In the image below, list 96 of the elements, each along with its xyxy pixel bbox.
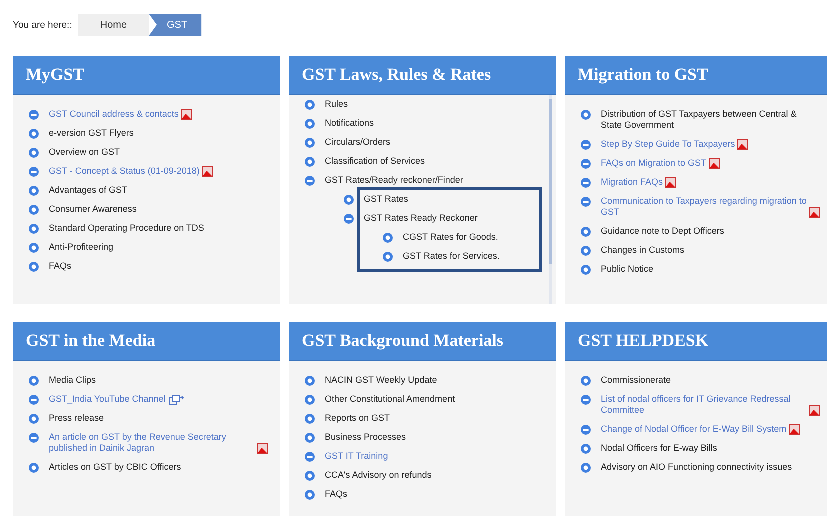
plus-circle-icon[interactable]: [29, 205, 39, 215]
plus-circle-icon[interactable]: [29, 186, 39, 196]
menu-link[interactable]: Change of Nodal Officer for E-Way Bill System: [601, 424, 787, 435]
minus-circle-icon[interactable]: [29, 110, 39, 120]
plus-circle-icon[interactable]: [29, 243, 39, 253]
plus-circle-icon[interactable]: [305, 433, 315, 443]
minus-circle-icon[interactable]: [29, 395, 39, 405]
plus-circle-icon[interactable]: [383, 233, 393, 243]
menu-link[interactable]: Advisory on AIO Functioning connectivity issues: [601, 462, 792, 473]
menu-link[interactable]: Other Constitutional Amendment: [325, 394, 456, 405]
menu-link[interactable]: Communication to Taxpayers regarding migration to GST: [601, 196, 807, 218]
menu-link[interactable]: Anti-Profiteering: [49, 242, 114, 253]
menu-link[interactable]: Consumer Awareness: [49, 204, 137, 215]
panel-title: Migration to GST: [565, 56, 827, 95]
plus-circle-icon[interactable]: [581, 110, 591, 120]
plus-circle-icon[interactable]: [305, 395, 315, 405]
plus-circle-icon[interactable]: [29, 129, 39, 139]
minus-circle-icon[interactable]: [581, 395, 591, 405]
plus-circle-icon[interactable]: [29, 414, 39, 424]
plus-circle-icon[interactable]: [305, 490, 315, 500]
plus-circle-icon[interactable]: [383, 252, 393, 262]
panel-title: MyGST: [13, 56, 280, 95]
menu-link[interactable]: GST Rates: [364, 194, 408, 205]
plus-circle-icon[interactable]: [581, 265, 591, 275]
menu-link[interactable]: Advantages of GST: [49, 185, 128, 196]
menu-link[interactable]: GST Rates/Ready reckoner/Finder: [325, 175, 464, 186]
menu-link[interactable]: GST - Concept & Status (01-09-2018): [49, 166, 200, 177]
menu-link[interactable]: GST IT Training: [325, 451, 388, 462]
menu-link[interactable]: Media Clips: [49, 375, 96, 386]
plus-circle-icon[interactable]: [581, 246, 591, 256]
plus-circle-icon[interactable]: [305, 414, 315, 424]
menu-link[interactable]: FAQs: [325, 489, 348, 500]
plus-circle-icon[interactable]: [581, 227, 591, 237]
menu-link[interactable]: Articles on GST by CBIC Officers: [49, 462, 182, 473]
breadcrumb-link[interactable]: Home: [78, 14, 150, 36]
menu-link[interactable]: An article on GST by the Revenue Secretary published in Dainik Jagran: [49, 432, 255, 454]
breadcrumb-link[interactable]: GST: [149, 14, 202, 36]
menu-link[interactable]: Notifications: [325, 118, 374, 129]
minus-circle-icon[interactable]: [29, 167, 39, 177]
menu-link[interactable]: Changes in Customs: [601, 245, 685, 256]
menu-link[interactable]: Overview on GST: [49, 147, 120, 158]
minus-circle-icon[interactable]: [305, 452, 315, 462]
menu-link[interactable]: Business Processes: [325, 432, 406, 443]
plus-circle-icon[interactable]: [581, 376, 591, 386]
plus-circle-icon[interactable]: [29, 224, 39, 234]
menu-link[interactable]: Nodal Officers for E-way Bills: [601, 443, 718, 454]
menu-link[interactable]: CGST Rates for Goods.: [403, 232, 498, 243]
plus-circle-icon[interactable]: [305, 100, 315, 110]
menu-link[interactable]: Guidance note to Dept Officers: [601, 226, 724, 237]
menu-link[interactable]: Migration FAQs: [601, 177, 664, 188]
menu-link[interactable]: GST Rates Ready Reckoner: [364, 213, 478, 224]
menu-link[interactable]: CCA's Advisory on refunds: [325, 470, 432, 481]
panel-title: GST HELPDESK: [565, 322, 827, 361]
menu-link[interactable]: Press release: [49, 413, 104, 424]
plus-circle-icon[interactable]: [581, 444, 591, 454]
plus-circle-icon[interactable]: [305, 138, 315, 148]
menu-link[interactable]: Distribution of GST Taxpayers between Central & State Government: [601, 109, 820, 131]
menu-link[interactable]: Step By Step Guide To Taxpayers: [601, 139, 736, 150]
menu-link[interactable]: Classification of Services: [325, 156, 426, 167]
plus-circle-icon[interactable]: [344, 195, 354, 205]
panel-title: GST in the Media: [13, 322, 280, 361]
minus-circle-icon[interactable]: [581, 178, 591, 188]
menu-link[interactable]: Rules: [325, 99, 348, 110]
panel-title: GST Background Materials: [289, 322, 556, 361]
menu-link[interactable]: Public Notice: [601, 264, 654, 275]
menu-link[interactable]: FAQs on Migration to GST: [601, 158, 707, 169]
plus-circle-icon[interactable]: [29, 376, 39, 386]
plus-circle-icon[interactable]: [305, 157, 315, 167]
menu-link[interactable]: Standard Operating Procedure on TDS: [49, 223, 204, 234]
panel-title: GST Laws, Rules & Rates: [289, 56, 556, 95]
menu-link[interactable]: e-version GST Flyers: [49, 128, 134, 139]
plus-circle-icon[interactable]: [305, 376, 315, 386]
minus-circle-icon[interactable]: [581, 197, 591, 207]
plus-circle-icon[interactable]: [29, 262, 39, 272]
plus-circle-icon[interactable]: [29, 148, 39, 158]
menu-link[interactable]: Reports on GST: [325, 413, 390, 424]
menu-link[interactable]: List of nodal officers for IT Grievance Redressal Committee: [601, 394, 807, 416]
menu-link[interactable]: NACIN GST Weekly Update: [325, 375, 438, 386]
minus-circle-icon[interactable]: [29, 433, 39, 443]
minus-circle-icon[interactable]: [581, 140, 591, 150]
plus-circle-icon[interactable]: [581, 463, 591, 473]
breadcrumb-label: You are here::: [13, 20, 72, 30]
menu-link[interactable]: GST Council address & contacts: [49, 109, 179, 120]
minus-circle-icon[interactable]: [581, 425, 591, 435]
menu-link[interactable]: Commissionerate: [601, 375, 672, 386]
scrollbar[interactable]: [549, 95, 552, 304]
menu-link[interactable]: Circulars/Orders: [325, 137, 391, 148]
plus-circle-icon[interactable]: [29, 463, 39, 473]
minus-circle-icon[interactable]: [581, 159, 591, 169]
plus-circle-icon[interactable]: [305, 119, 315, 129]
plus-circle-icon[interactable]: [305, 471, 315, 481]
menu-link[interactable]: GST Rates for Services.: [403, 251, 500, 262]
minus-circle-icon[interactable]: [305, 176, 315, 186]
menu-link[interactable]: FAQs: [49, 261, 72, 272]
menu-link[interactable]: GST_India YouTube Channel: [49, 394, 166, 405]
minus-circle-icon[interactable]: [344, 214, 354, 224]
